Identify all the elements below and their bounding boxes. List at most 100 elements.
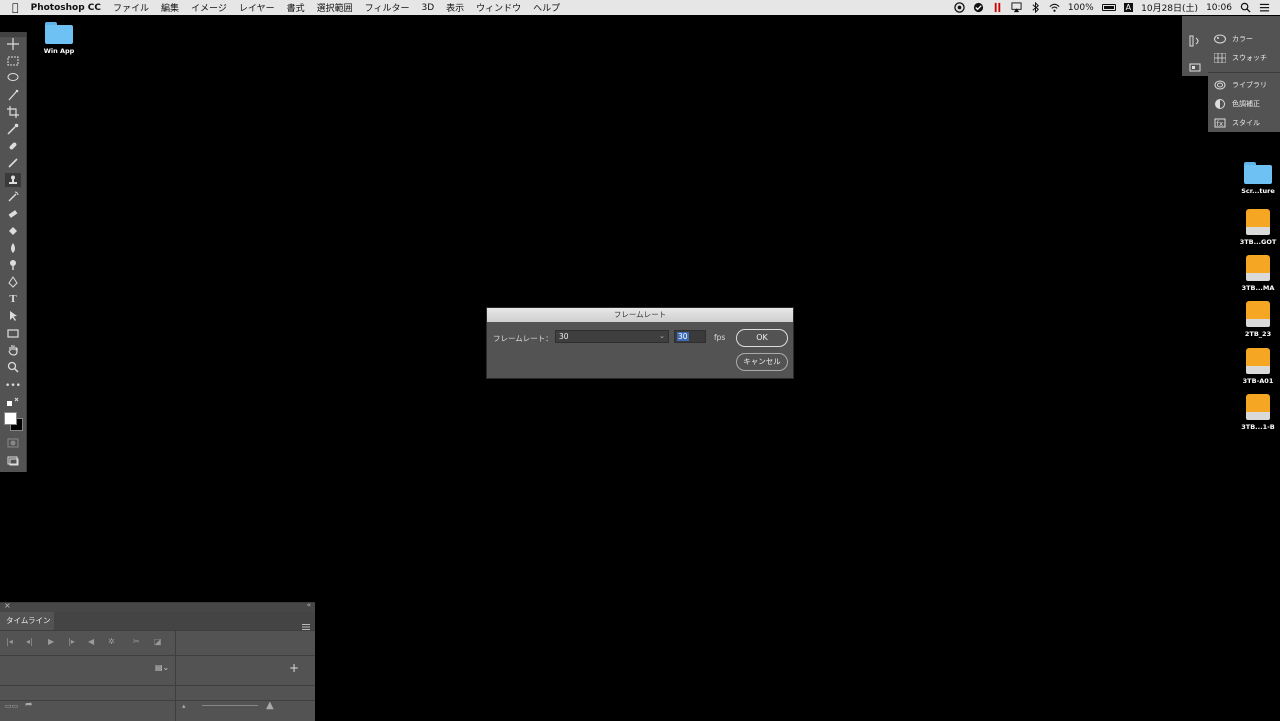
menu-edit[interactable]: 編集 bbox=[161, 1, 179, 14]
blur-tool-icon[interactable] bbox=[5, 241, 21, 255]
creative-cloud-icon[interactable] bbox=[954, 2, 965, 13]
play-icon[interactable]: ▶ bbox=[48, 637, 54, 646]
magic-wand-tool-icon[interactable] bbox=[5, 88, 21, 102]
menu-select[interactable]: 選択範囲 bbox=[317, 1, 353, 14]
move-tool-icon[interactable] bbox=[5, 37, 21, 51]
menu-window[interactable]: ウィンドウ bbox=[476, 1, 521, 14]
crop-tool-icon[interactable] bbox=[5, 105, 21, 119]
menu-view[interactable]: 表示 bbox=[446, 1, 464, 14]
panel-tab-label: カラー bbox=[1232, 35, 1253, 43]
fps-unit-label: fps bbox=[714, 333, 726, 342]
notification-center-icon[interactable] bbox=[1259, 2, 1270, 13]
transition-icon[interactable]: ◪ bbox=[154, 637, 162, 646]
add-track-button[interactable]: + bbox=[289, 661, 299, 675]
settings-gear-icon[interactable]: ✲ bbox=[108, 637, 115, 646]
menubar-time[interactable]: 10:06 bbox=[1206, 3, 1232, 13]
audio-icon[interactable]: ◀ bbox=[88, 637, 94, 646]
menu-help[interactable]: ヘルプ bbox=[533, 1, 560, 14]
healing-brush-tool-icon[interactable] bbox=[5, 139, 21, 153]
desktop-icon-win-app[interactable]: Win App bbox=[29, 22, 89, 55]
pen-tool-icon[interactable] bbox=[5, 275, 21, 289]
desktop-icon-drive-4[interactable]: 3TB-A01 bbox=[1228, 348, 1280, 385]
menu-type[interactable]: 書式 bbox=[287, 1, 305, 14]
adjustments-icon bbox=[1215, 99, 1225, 109]
desktop-icon-drive-2[interactable]: 3TB...MA bbox=[1228, 255, 1280, 292]
airplay-icon[interactable] bbox=[1011, 2, 1022, 13]
battery-icon[interactable] bbox=[1101, 4, 1116, 11]
wifi-icon[interactable] bbox=[1049, 2, 1060, 13]
menu-3d[interactable]: 3D bbox=[421, 3, 434, 13]
first-frame-icon[interactable]: |◂ bbox=[6, 637, 13, 646]
paint-bucket-tool-icon[interactable] bbox=[5, 224, 21, 238]
properties-panel-icon[interactable] bbox=[1189, 58, 1201, 77]
menu-layer[interactable]: レイヤー bbox=[239, 1, 275, 14]
desktop-icon-screenshots[interactable]: Scr...ture bbox=[1228, 162, 1280, 195]
frame-rate-dialog: フレームレート フレームレート： 30 ⌄ 30 fps OK キャンセル bbox=[486, 307, 794, 379]
desktop-icon-drive-5[interactable]: 3TB...1-B bbox=[1228, 394, 1280, 431]
foreground-color-swatch[interactable] bbox=[4, 412, 17, 425]
input-mode-icon[interactable]: A bbox=[1123, 3, 1134, 12]
share-arrow-icon[interactable]: ➦ bbox=[25, 700, 33, 710]
pause-icon[interactable] bbox=[992, 2, 1003, 13]
svg-text:fx: fx bbox=[1217, 120, 1224, 128]
fps-input[interactable]: 30 bbox=[674, 330, 706, 343]
eyedropper-tool-icon[interactable] bbox=[5, 122, 21, 136]
panel-tab-libraries[interactable]: ライブラリ bbox=[1214, 80, 1267, 90]
tab-timeline[interactable]: タイムライン bbox=[0, 612, 54, 630]
panel-tab-styles[interactable]: fx スタイル bbox=[1214, 118, 1260, 128]
zoom-slider[interactable] bbox=[202, 705, 258, 706]
history-panel-icon[interactable] bbox=[1189, 32, 1201, 51]
screen-mode-icon[interactable] bbox=[5, 454, 21, 468]
app-menu-photoshop[interactable]: Photoshop CC bbox=[31, 3, 101, 13]
desktop-icon-label: 2TB_23 bbox=[1244, 330, 1272, 338]
panel-divider bbox=[1208, 72, 1280, 73]
panel-tab-swatches[interactable]: スウォッチ bbox=[1214, 53, 1267, 63]
hand-tool-icon[interactable] bbox=[5, 343, 21, 357]
collapse-icon[interactable]: « bbox=[307, 601, 311, 609]
path-selection-tool-icon[interactable] bbox=[5, 309, 21, 323]
desktop-icon-drive-1[interactable]: 3TB...GOT bbox=[1228, 209, 1280, 246]
menu-image[interactable]: イメージ bbox=[191, 1, 227, 14]
panel-tab-label: 色調補正 bbox=[1232, 100, 1260, 108]
panel-tab-adjustments[interactable]: 色調補正 bbox=[1214, 99, 1260, 109]
cancel-button[interactable]: キャンセル bbox=[736, 353, 788, 371]
divider bbox=[0, 655, 315, 656]
sync-icon[interactable] bbox=[973, 2, 984, 13]
film-strip-dropdown-icon[interactable]: ▤⌄ bbox=[155, 663, 169, 672]
quick-mask-icon[interactable] bbox=[5, 436, 21, 450]
panel-tab-color[interactable]: カラー bbox=[1214, 34, 1253, 44]
bluetooth-icon[interactable] bbox=[1030, 2, 1041, 13]
ok-button[interactable]: OK bbox=[736, 329, 788, 347]
zoom-in-mountain-icon[interactable]: ▲ bbox=[266, 700, 274, 711]
zoom-tool-icon[interactable] bbox=[5, 360, 21, 374]
panel-menu-icon[interactable] bbox=[302, 616, 310, 635]
spotlight-search-icon[interactable] bbox=[1240, 2, 1251, 13]
external-drive-icon bbox=[1246, 394, 1270, 420]
type-tool-icon[interactable]: T bbox=[5, 292, 21, 306]
lasso-tool-icon[interactable] bbox=[5, 71, 21, 85]
rectangle-tool-icon[interactable] bbox=[5, 326, 21, 340]
next-frame-icon[interactable]: |▸ bbox=[68, 637, 75, 646]
previous-frame-icon[interactable]: ◂| bbox=[26, 637, 33, 646]
brush-tool-icon[interactable] bbox=[5, 156, 21, 170]
history-brush-tool-icon[interactable] bbox=[5, 190, 21, 204]
render-video-icon[interactable]: ▭▭ bbox=[5, 702, 18, 710]
scissors-icon[interactable]: ✂ bbox=[133, 637, 140, 646]
clone-stamp-tool-icon[interactable] bbox=[5, 173, 21, 187]
color-icon bbox=[1214, 34, 1226, 44]
menu-file[interactable]: ファイル bbox=[113, 1, 149, 14]
dodge-tool-icon[interactable] bbox=[5, 258, 21, 272]
frame-rate-select[interactable]: 30 ⌄ bbox=[555, 330, 669, 343]
apple-menu-icon[interactable]:  bbox=[12, 1, 19, 14]
more-tools-icon[interactable]: ••• bbox=[5, 379, 21, 393]
menubar-date[interactable]: 10月28日(土) bbox=[1141, 1, 1198, 14]
timeline-panel: × « タイムライン |◂ ◂| ▶ |▸ ◀ ✲ ✂ ◪ ▤⌄ + ▭▭ ➦ … bbox=[0, 601, 315, 721]
eraser-tool-icon[interactable] bbox=[5, 207, 21, 221]
desktop-icon-drive-3[interactable]: 2TB_23 bbox=[1228, 301, 1280, 338]
menu-filter[interactable]: フィルター bbox=[365, 1, 410, 14]
zoom-out-mountain-icon[interactable]: ▴ bbox=[182, 702, 186, 710]
close-icon[interactable]: × bbox=[4, 601, 11, 610]
default-colors-icon[interactable] bbox=[5, 396, 21, 410]
marquee-tool-icon[interactable] bbox=[5, 54, 21, 68]
collapsed-panel-dock bbox=[1182, 16, 1208, 76]
